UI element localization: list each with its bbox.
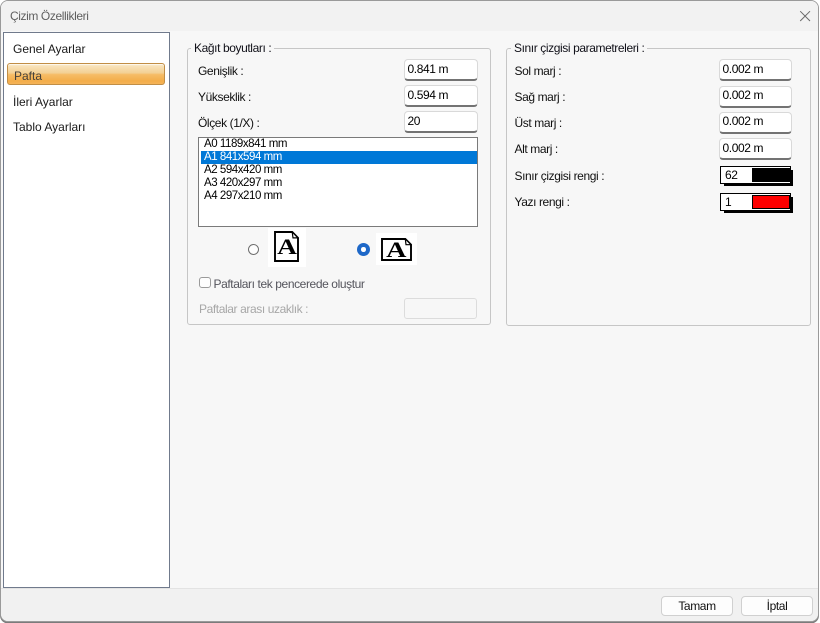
svg-text:A: A	[277, 235, 297, 259]
svg-text:A: A	[386, 238, 407, 261]
